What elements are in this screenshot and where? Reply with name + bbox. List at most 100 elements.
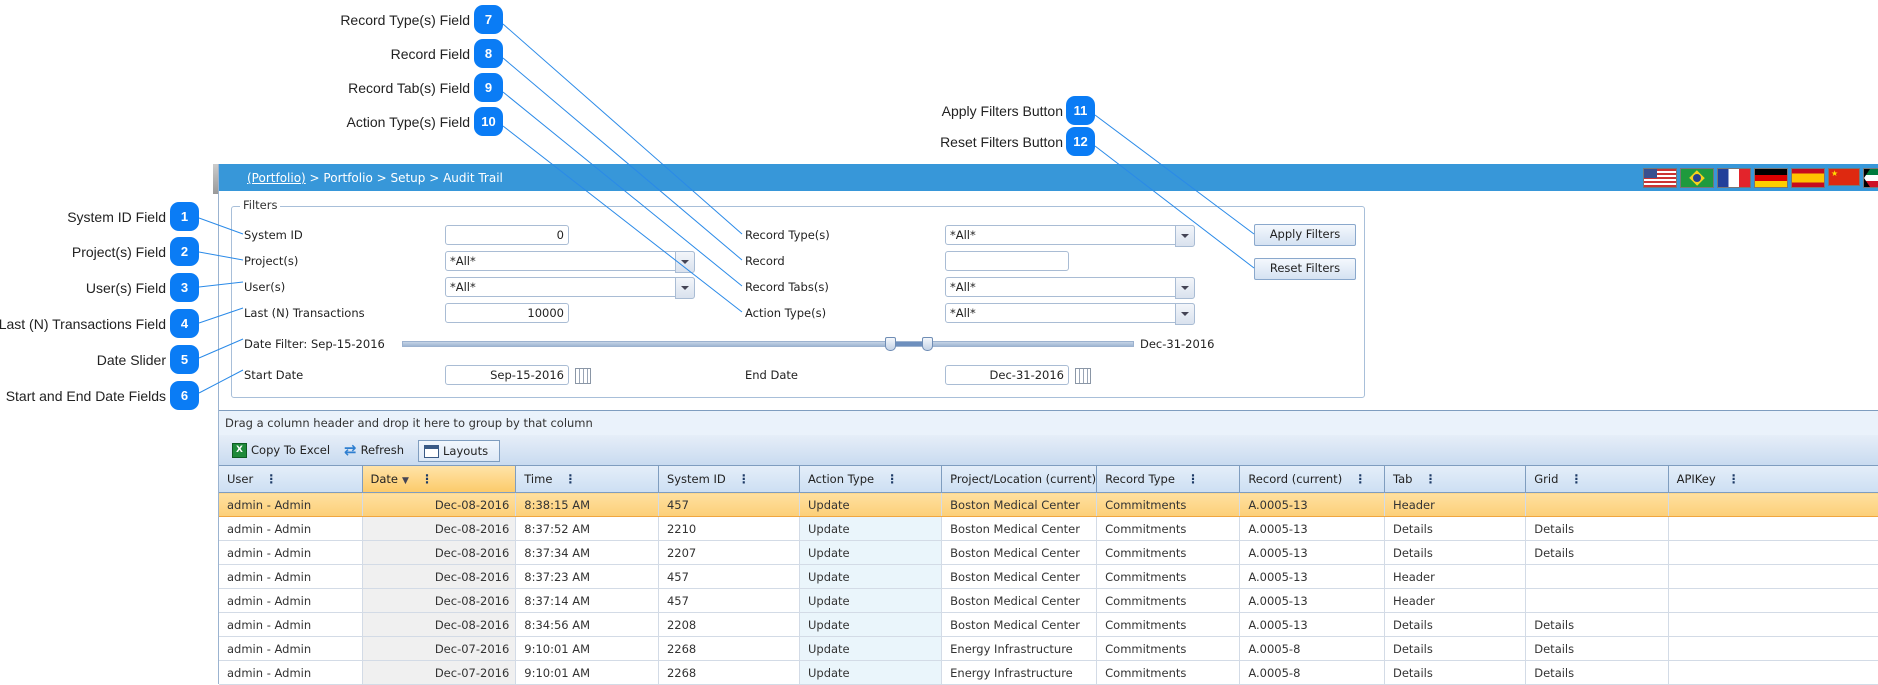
cell-apikey[interactable] [1668, 564, 1878, 589]
cell-grid[interactable]: Details [1525, 516, 1669, 541]
column-header-system-id[interactable]: System ID ⋮ [658, 466, 800, 493]
apply-filters-button[interactable]: Apply Filters [1254, 224, 1356, 246]
cell-grid[interactable] [1525, 588, 1669, 613]
cell-user[interactable]: admin - Admin [219, 564, 363, 589]
cell-grid[interactable] [1525, 564, 1669, 589]
cell-time[interactable]: 9:10:01 AM [515, 660, 659, 685]
cell-tab[interactable]: Details [1384, 612, 1527, 637]
france-flag-icon[interactable] [1717, 168, 1751, 188]
column-header-grid[interactable]: Grid ⋮ [1525, 466, 1669, 493]
copy-to-excel-button[interactable]: X Copy To Excel [227, 440, 335, 460]
cell-user[interactable]: admin - Admin [219, 492, 363, 517]
cell-record[interactable]: A.0005-13 [1239, 516, 1385, 541]
cell-system-id[interactable]: 2207 [658, 540, 800, 565]
cell-user[interactable]: admin - Admin [219, 612, 363, 637]
cell-tab[interactable]: Header [1384, 588, 1527, 613]
column-header-tab[interactable]: Tab ⋮ [1384, 466, 1527, 493]
cell-system-id[interactable]: 457 [658, 564, 800, 589]
cell-date[interactable]: Dec-08-2016 [362, 540, 517, 565]
cell-action-type[interactable]: Update [799, 564, 943, 589]
cell-project[interactable]: Boston Medical Center [941, 540, 1098, 565]
group-by-panel[interactable]: Drag a column header and drop it here to… [219, 410, 1878, 436]
column-menu-icon[interactable]: ⋮ [1570, 472, 1582, 486]
cell-user[interactable]: admin - Admin [219, 636, 363, 661]
spain-flag-icon[interactable] [1791, 168, 1825, 188]
cell-record[interactable]: A.0005-13 [1239, 564, 1385, 589]
cell-tab[interactable]: Header [1384, 492, 1527, 517]
column-menu-icon[interactable]: ⋮ [1187, 472, 1199, 486]
table-row[interactable]: admin - Admin Dec-08-2016 8:37:34 AM 2207 Up… [219, 540, 1878, 565]
cell-tab[interactable]: Details [1384, 660, 1527, 685]
chevron-down-icon[interactable] [1175, 277, 1195, 299]
table-row[interactable]: admin - Admin Dec-07-2016 9:10:01 AM 2268 Up… [219, 636, 1878, 661]
table-row[interactable]: admin - Admin Dec-07-2016 9:10:01 AM 2268 Up… [219, 660, 1878, 685]
calendar-icon[interactable] [575, 368, 591, 384]
cell-system-id[interactable]: 2208 [658, 612, 800, 637]
column-menu-icon[interactable]: ⋮ [886, 472, 898, 486]
cell-system-id[interactable]: 457 [658, 492, 800, 517]
column-header-apikey[interactable]: APIKey ⋮ [1668, 466, 1878, 493]
kuwait-flag-icon[interactable] [1863, 168, 1878, 188]
cell-tab[interactable]: Details [1384, 516, 1527, 541]
cell-system-id[interactable]: 2268 [658, 636, 800, 661]
column-menu-icon[interactable]: ⋮ [265, 472, 277, 486]
users-dropdown[interactable]: *All* [445, 277, 695, 299]
germany-flag-icon[interactable] [1754, 168, 1788, 188]
cell-action-type[interactable]: Update [799, 540, 943, 565]
cell-project[interactable]: Boston Medical Center [941, 564, 1098, 589]
cell-action-type[interactable]: Update [799, 588, 943, 613]
cell-action-type[interactable]: Update [799, 612, 943, 637]
cell-grid[interactable]: Details [1525, 660, 1669, 685]
date-slider-track[interactable] [402, 341, 1134, 347]
cell-system-id[interactable]: 2268 [658, 660, 800, 685]
cell-time[interactable]: 8:37:23 AM [515, 564, 659, 589]
table-row[interactable]: admin - Admin Dec-08-2016 8:37:23 AM 457 Upd… [219, 564, 1878, 589]
cell-action-type[interactable]: Update [799, 660, 943, 685]
cell-project[interactable]: Boston Medical Center [941, 492, 1098, 517]
reset-filters-button[interactable]: Reset Filters [1254, 258, 1356, 280]
cell-tab[interactable]: Details [1384, 636, 1527, 661]
cell-date[interactable]: Dec-08-2016 [362, 612, 517, 637]
cell-apikey[interactable] [1668, 660, 1878, 685]
cell-tab[interactable]: Details [1384, 540, 1527, 565]
column-menu-icon[interactable]: ⋮ [564, 472, 576, 486]
table-row[interactable]: admin - Admin Dec-08-2016 8:38:15 AM 457 Upd… [219, 492, 1878, 517]
cell-project[interactable]: Boston Medical Center [941, 612, 1098, 637]
cell-apikey[interactable] [1668, 588, 1878, 613]
layouts-button[interactable]: Layouts [418, 440, 500, 462]
end-date-input[interactable]: Dec-31-2016 [945, 365, 1069, 385]
column-header-time[interactable]: Time ⋮ [515, 466, 659, 493]
column-header-project-location[interactable]: Project/Location (current) [941, 466, 1098, 493]
cell-tab[interactable]: Header [1384, 564, 1527, 589]
last-n-input[interactable]: 10000 [445, 303, 569, 323]
date-slider-start-thumb[interactable] [885, 337, 896, 351]
chevron-down-icon[interactable] [1175, 225, 1195, 247]
cell-time[interactable]: 8:34:56 AM [515, 612, 659, 637]
cell-apikey[interactable] [1668, 636, 1878, 661]
action-types-dropdown[interactable]: *All* [945, 303, 1195, 325]
record-input[interactable] [945, 251, 1069, 271]
us-flag-icon[interactable] [1643, 168, 1677, 188]
cell-action-type[interactable]: Update [799, 492, 943, 517]
cell-time[interactable]: 9:10:01 AM [515, 636, 659, 661]
china-flag-icon[interactable]: ★ [1828, 168, 1860, 186]
chevron-down-icon[interactable] [675, 277, 695, 299]
column-menu-icon[interactable]: ⋮ [1424, 472, 1436, 486]
brazil-flag-icon[interactable] [1680, 168, 1714, 188]
cell-project[interactable]: Energy Infrastructure [941, 636, 1098, 661]
cell-record-type[interactable]: Commitments [1096, 540, 1241, 565]
cell-record-type[interactable]: Commitments [1096, 660, 1241, 685]
cell-apikey[interactable] [1668, 492, 1878, 517]
chevron-down-icon[interactable] [1175, 303, 1195, 325]
cell-record[interactable]: A.0005-8 [1239, 660, 1385, 685]
cell-action-type[interactable]: Update [799, 636, 943, 661]
cell-time[interactable]: 8:37:14 AM [515, 588, 659, 613]
column-menu-icon[interactable]: ⋮ [738, 472, 750, 486]
cell-time[interactable]: 8:37:52 AM [515, 516, 659, 541]
cell-record[interactable]: A.0005-13 [1239, 612, 1385, 637]
cell-record-type[interactable]: Commitments [1096, 636, 1241, 661]
cell-date[interactable]: Dec-07-2016 [362, 636, 517, 661]
cell-record-type[interactable]: Commitments [1096, 588, 1241, 613]
cell-date[interactable]: Dec-08-2016 [362, 564, 517, 589]
cell-record-type[interactable]: Commitments [1096, 612, 1241, 637]
